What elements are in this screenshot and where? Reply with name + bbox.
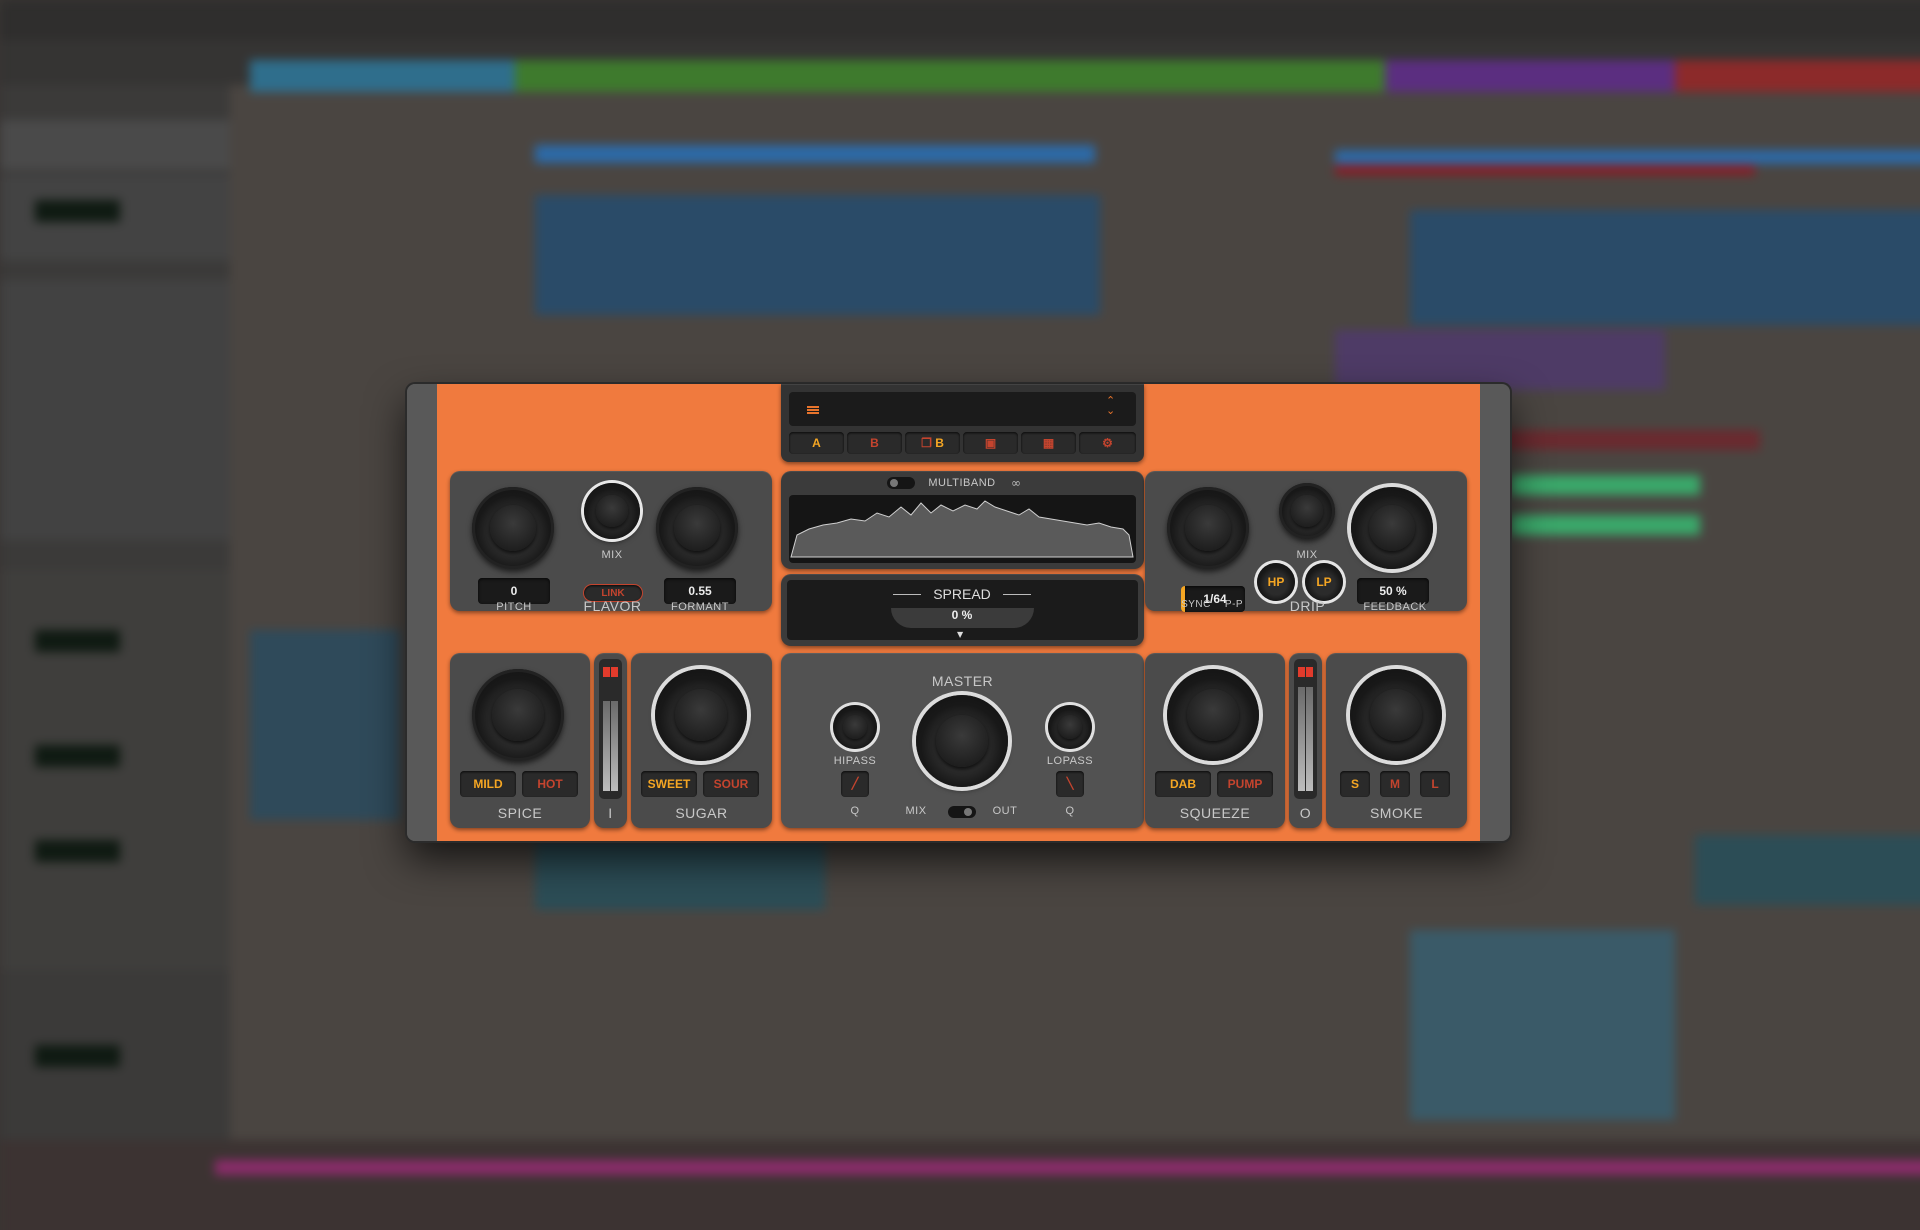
drip-mix-label: MIX <box>1296 549 1318 561</box>
sour-button[interactable]: SOUR <box>703 771 759 797</box>
spectrum-graph <box>790 500 1134 558</box>
mild-button[interactable]: MILD <box>460 771 516 797</box>
lopass-knob[interactable] <box>1048 705 1092 749</box>
spice-panel: MILD HOT SPICE <box>450 653 590 828</box>
pump-button[interactable]: PUMP <box>1217 771 1273 797</box>
mix-out-mix-label: MIX <box>905 805 927 817</box>
multiband-label: MULTIBAND <box>928 477 996 489</box>
master-knob[interactable] <box>916 695 1008 787</box>
preset-bar: ⌃ ⌄ A B ❐ B ▣ ▦ ⚙ <box>781 384 1144 462</box>
lp-label: LP <box>1316 575 1332 589</box>
sugar-title: SUGAR <box>675 805 728 821</box>
smoke-s-button[interactable]: S <box>1340 771 1370 797</box>
spread-title: SPREAD <box>933 586 991 602</box>
multiband-toggle[interactable] <box>887 477 915 489</box>
copy-a-to-b-button[interactable]: ❐ B <box>905 432 960 454</box>
smoke-l-button[interactable]: L <box>1420 771 1450 797</box>
clipboard-icon[interactable]: ▣ <box>963 432 1018 454</box>
flavor-mix-label: MIX <box>601 549 623 561</box>
sweet-button[interactable]: SWEET <box>641 771 697 797</box>
drip-time-knob[interactable] <box>1167 487 1249 569</box>
output-meter-label: O <box>1299 805 1312 821</box>
sugar-knob[interactable] <box>655 669 747 761</box>
smoke-m-button[interactable]: M <box>1380 771 1410 797</box>
sugar-panel: SWEET SOUR SUGAR <box>631 653 772 828</box>
hp-label: HP <box>1267 575 1285 589</box>
input-meter <box>599 659 622 799</box>
pp-label: P-P <box>1224 599 1244 610</box>
preset-menu-icon[interactable] <box>807 406 819 414</box>
formant-knob[interactable] <box>656 487 738 569</box>
input-meter-label: I <box>608 805 613 821</box>
preset-ab-bar: A B ❐ B ▣ ▦ ⚙ <box>789 432 1136 456</box>
flavor-title: FLAVOR <box>583 598 642 614</box>
preset-navigation-icon[interactable]: ⌃ ⌄ <box>1106 395 1115 416</box>
squeeze-knob[interactable] <box>1167 669 1259 761</box>
plugin-window: ⌃ ⌄ A B ❐ B ▣ ▦ ⚙ MIX 0 PITCH LINK 0.55 F… <box>407 384 1510 841</box>
drip-mix-knob[interactable] <box>1279 483 1335 539</box>
hot-button[interactable]: HOT <box>522 771 578 797</box>
pitch-knob[interactable] <box>472 487 554 569</box>
copy-icon: ❐ <box>921 436 932 450</box>
smoke-panel: S M L SMOKE <box>1326 653 1467 828</box>
drip-panel: MIX 1/64 SYNC P-P HP LP 50 % FEEDBACK DR… <box>1145 471 1467 614</box>
mix-out-out-label: OUT <box>992 805 1018 817</box>
calendar-icon[interactable]: ▦ <box>1021 432 1076 454</box>
squeeze-panel: DAB PUMP SQUEEZE <box>1145 653 1285 828</box>
copy-b-label: B <box>935 436 944 450</box>
link-icon[interactable]: ∞ <box>1011 476 1021 490</box>
spectrum-display <box>789 495 1136 563</box>
formant-label: FORMANT <box>671 601 729 613</box>
spread-panel: SPREAD 0 % ▼ <box>781 574 1144 646</box>
spread-value[interactable]: 0 % <box>921 608 1003 622</box>
flavor-panel: MIX 0 PITCH LINK 0.55 FORMANT FLAVOR <box>450 471 772 614</box>
feedback-knob[interactable] <box>1351 487 1433 569</box>
smoke-title: SMOKE <box>1369 805 1424 821</box>
feedback-label: FEEDBACK <box>1363 601 1427 613</box>
gear-icon[interactable]: ⚙ <box>1079 432 1136 454</box>
lopass-q-button[interactable]: ╲ <box>1056 771 1084 797</box>
spice-knob[interactable] <box>472 669 564 761</box>
pitch-label: PITCH <box>496 601 532 613</box>
input-meter-panel: I <box>594 653 627 828</box>
master-panel: MASTER HIPASS LOPASS ╱ ╲ Q Q MIX OUT <box>781 653 1144 828</box>
sync-label: SYNC <box>1181 599 1211 610</box>
spice-title: SPICE <box>497 805 543 821</box>
q-left-label: Q <box>850 805 860 817</box>
output-meter-panel: O <box>1289 653 1322 828</box>
multiband-panel: MULTIBAND ∞ <box>781 471 1144 569</box>
preset-a-button[interactable]: A <box>789 432 844 454</box>
output-meter <box>1294 659 1317 799</box>
hipass-q-button[interactable]: ╱ <box>841 771 869 797</box>
smoke-knob[interactable] <box>1350 669 1442 761</box>
hipass-knob[interactable] <box>833 705 877 749</box>
dab-button[interactable]: DAB <box>1155 771 1211 797</box>
flavor-mix-knob[interactable] <box>584 483 640 539</box>
master-title: MASTER <box>931 673 994 689</box>
drip-title: DRIP <box>1289 598 1326 614</box>
spread-handle-icon[interactable]: ▼ <box>957 630 963 639</box>
squeeze-title: SQUEEZE <box>1179 805 1251 821</box>
q-right-label: Q <box>1065 805 1075 817</box>
mix-out-toggle[interactable] <box>948 806 976 818</box>
preset-b-button[interactable]: B <box>847 432 902 454</box>
hipass-label: HIPASS <box>833 755 877 767</box>
lopass-label: LOPASS <box>1046 755 1094 767</box>
